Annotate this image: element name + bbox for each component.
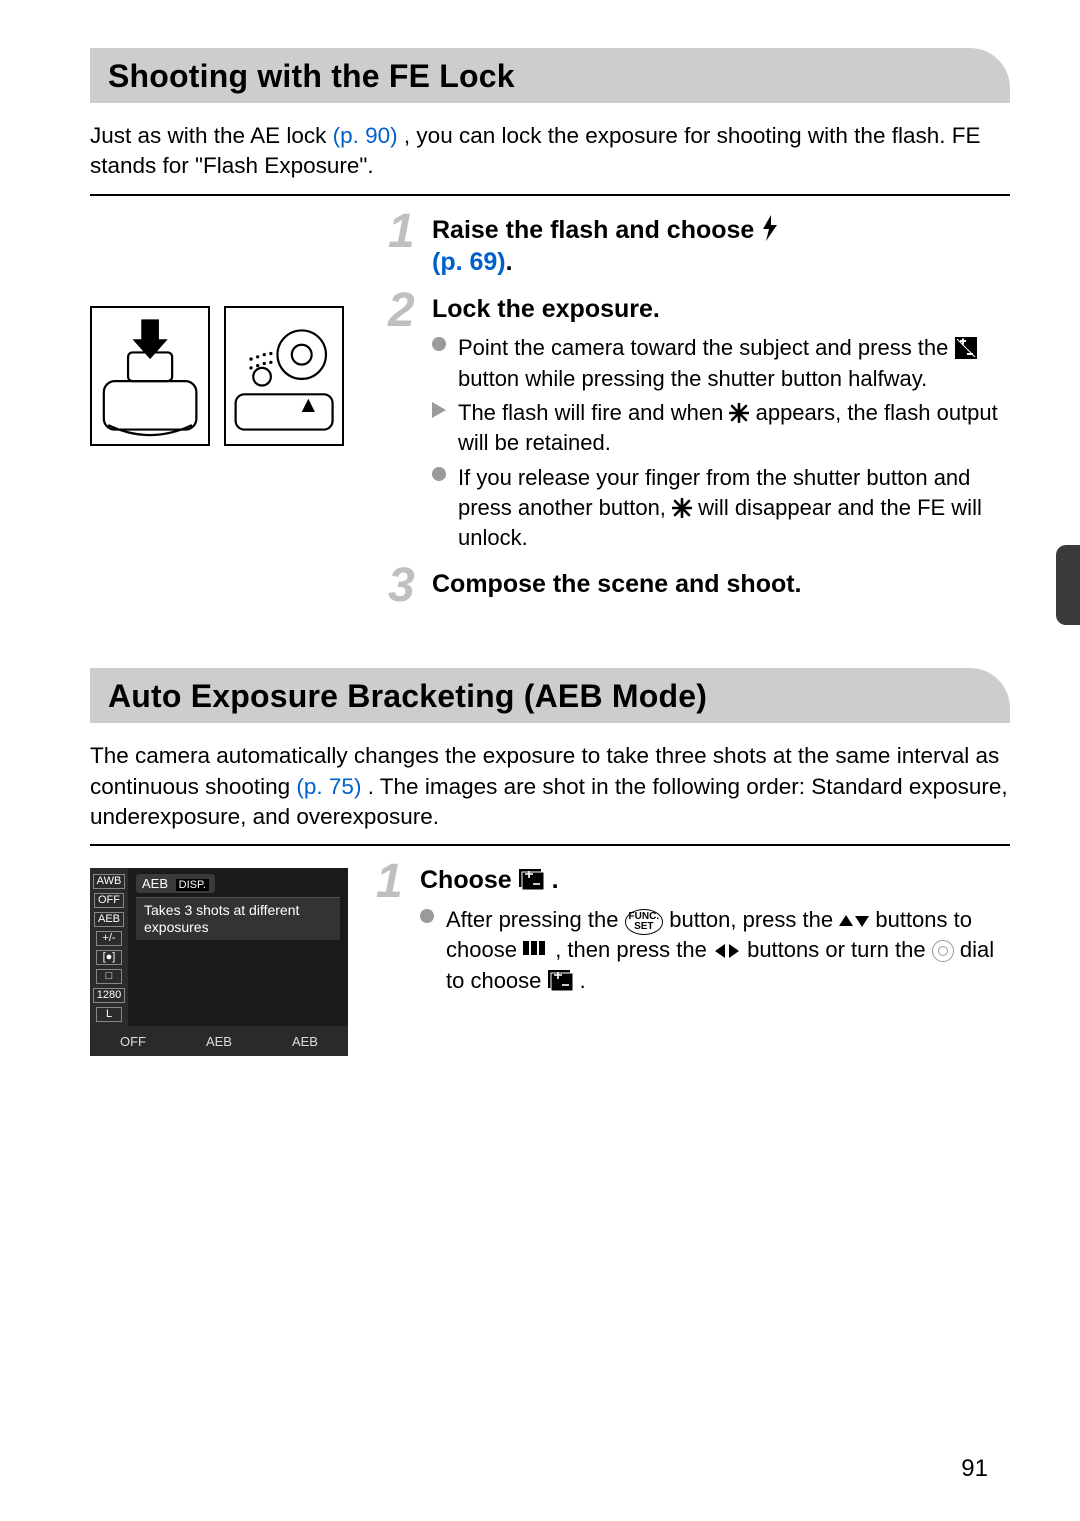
lcd-bottom-item: AEB xyxy=(292,1034,318,1049)
lcd-side-item: OFF xyxy=(94,893,124,908)
step-2-heading: Lock the exposure. xyxy=(432,293,1010,326)
b-text: buttons or turn the xyxy=(747,937,932,962)
camera-illustration xyxy=(90,306,360,446)
b1-before: Point the camera toward the subject and … xyxy=(458,335,955,360)
aeb-step-1-heading: Choose . xyxy=(420,864,1010,897)
b-text: , then press the xyxy=(555,937,713,962)
fe-lock-star-icon xyxy=(729,403,749,423)
lcd-side-item: +/- xyxy=(96,931,122,946)
step-1: 1 Raise the flash and choose (p. 69). xyxy=(388,214,1010,279)
step-number-1: 1 xyxy=(388,204,415,259)
aeb-mode-icon xyxy=(548,970,574,992)
bracketing-menu-icon xyxy=(523,939,549,957)
aeb-intro: The camera automatically changes the exp… xyxy=(90,741,1010,832)
lcd-mode-banner: AEB DISP. xyxy=(136,874,215,893)
page-number: 91 xyxy=(961,1455,988,1483)
section-divider xyxy=(90,194,1010,196)
step-number-3: 3 xyxy=(388,558,415,613)
fe-lock-intro: Just as with the AE lock (p. 90) , you c… xyxy=(90,121,1010,182)
circle-bullet-icon xyxy=(432,337,446,351)
fe-lock-star-icon xyxy=(672,498,692,518)
page-edge-tab xyxy=(1056,545,1080,625)
step-1-heading-text: Raise the flash and choose xyxy=(432,216,761,244)
flash-on-icon xyxy=(761,215,779,241)
step-number-2: 2 xyxy=(388,283,415,338)
step-3: 3 Compose the scene and shoot. xyxy=(388,568,1010,601)
page-ref-90[interactable]: (p. 90) xyxy=(333,123,398,148)
lcd-mode-label: AEB xyxy=(142,876,168,891)
section-divider xyxy=(90,844,1010,846)
page-ref-69[interactable]: (p. 69) xyxy=(432,248,506,276)
lcd-mode-description: Takes 3 shots at different exposures xyxy=(136,897,340,940)
camera-lcd-screenshot: AWB OFF AEB +/- [●] □ 1280 L AEB DISP. T… xyxy=(90,868,348,1056)
b2-before: The flash will fire and when xyxy=(458,400,729,425)
fe-lock-section-title: Shooting with the FE Lock xyxy=(90,48,1010,103)
step-2-bullet-1: Point the camera toward the subject and … xyxy=(432,333,1010,394)
aeb-step-1-bullet-1: After pressing the FUNC.SET button, pres… xyxy=(420,905,1010,996)
lcd-side-item: L xyxy=(96,1007,122,1022)
lcd-side-item: AEB xyxy=(94,912,124,927)
aeb-step-1-heading-text: Choose xyxy=(420,866,519,894)
aeb-step-1-bullets: After pressing the FUNC.SET button, pres… xyxy=(420,905,1010,996)
aeb-step-1: 1 Choose . After pressing the FUNC.SET b… xyxy=(376,864,1010,996)
lcd-disp-key: DISP. xyxy=(176,879,209,891)
lcd-side-item: 1280 xyxy=(93,988,125,1003)
circle-bullet-icon xyxy=(420,909,434,923)
aeb-steps: AWB OFF AEB +/- [●] □ 1280 L AEB DISP. T… xyxy=(90,864,1010,1056)
left-right-arrows-icon xyxy=(713,942,741,960)
b-text: After pressing the xyxy=(446,907,625,932)
camera-flash-raise-diagram xyxy=(90,306,210,446)
fe-lock-steps: 1 Raise the flash and choose (p. 69). 2 … xyxy=(90,214,1010,615)
camera-illustration-col xyxy=(90,214,360,615)
page-ref-75[interactable]: (p. 75) xyxy=(296,774,361,799)
aeb-screenshot-col: AWB OFF AEB +/- [●] □ 1280 L AEB DISP. T… xyxy=(90,864,348,1056)
intro-text-a: Just as with the AE lock xyxy=(90,123,333,148)
lcd-bottom-item: AEB xyxy=(206,1034,232,1049)
b1-after: button while pressing the shutter button… xyxy=(458,366,927,391)
aeb-steps-text: 1 Choose . After pressing the FUNC.SET b… xyxy=(376,864,1010,1056)
step-2-bullet-3: If you release your finger from the shut… xyxy=(432,463,1010,554)
step-2: 2 Lock the exposure. Point the camera to… xyxy=(388,293,1010,554)
step-number-1: 1 xyxy=(376,854,403,909)
lcd-bottom-item: OFF xyxy=(120,1034,146,1049)
step-2-bullet-2: The flash will fire and when appears, th… xyxy=(432,398,1010,459)
control-dial-icon xyxy=(932,940,954,962)
step-1-heading-suffix: . xyxy=(506,248,513,276)
aeb-mode-icon xyxy=(519,869,545,891)
b-text: button, press the xyxy=(669,907,839,932)
step-1-heading: Raise the flash and choose (p. 69). xyxy=(432,214,1010,279)
exposure-compensation-icon xyxy=(955,337,977,359)
step-3-heading: Compose the scene and shoot. xyxy=(432,568,1010,601)
triangle-bullet-icon xyxy=(432,402,446,418)
lcd-bottom-options: OFF AEB AEB xyxy=(90,1026,348,1056)
lcd-side-item: □ xyxy=(96,969,122,984)
circle-bullet-icon xyxy=(432,467,446,481)
camera-top-dial-diagram xyxy=(224,306,344,446)
up-down-arrows-icon xyxy=(839,912,869,930)
aeb-step-1-heading-suffix: . xyxy=(552,866,559,894)
lcd-side-item: AWB xyxy=(93,874,126,889)
step-2-bullets: Point the camera toward the subject and … xyxy=(432,333,1010,554)
func-set-button-icon: FUNC.SET xyxy=(625,909,664,935)
aeb-section-title: Auto Exposure Bracketing (AEB Mode) xyxy=(90,668,1010,723)
b-text: . xyxy=(580,968,586,993)
fe-lock-steps-text: 1 Raise the flash and choose (p. 69). 2 … xyxy=(388,214,1010,615)
lcd-side-item: [●] xyxy=(96,950,122,965)
